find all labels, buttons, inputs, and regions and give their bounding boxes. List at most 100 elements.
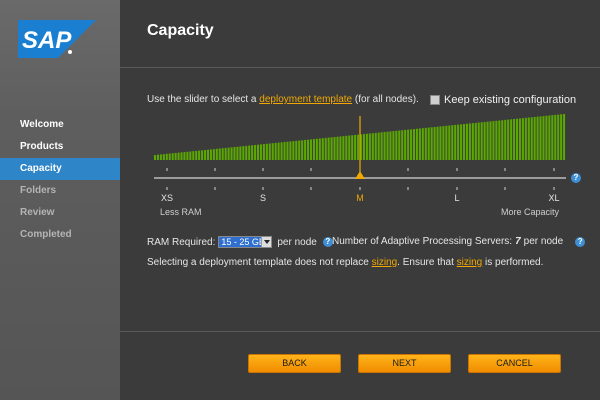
ramp-bar <box>283 142 286 160</box>
ramp-bar <box>345 135 348 160</box>
ramp-bar <box>295 140 298 160</box>
ramp-bar <box>268 143 271 160</box>
slider-tick <box>407 168 409 171</box>
ramp-bar <box>298 140 301 160</box>
size-label-s[interactable]: S <box>260 193 266 203</box>
back-button[interactable]: BACK <box>248 354 341 373</box>
step-capacity[interactable]: Capacity <box>0 158 126 180</box>
size-label-xl[interactable]: XL <box>548 193 559 203</box>
ramp-bar <box>404 129 407 160</box>
ramp-bar <box>224 147 227 160</box>
ramp-bar <box>495 120 498 160</box>
ramp-bar <box>165 153 168 160</box>
ramp-bar <box>380 132 383 160</box>
size-label-l[interactable]: L <box>454 193 459 203</box>
ramp-bar <box>348 135 351 160</box>
size-label-xs[interactable]: XS <box>161 193 173 203</box>
ramp-bar <box>383 131 386 160</box>
ramp-bar <box>421 128 424 160</box>
ramp-bar <box>386 131 389 160</box>
ramp-bar <box>486 121 489 160</box>
ramp-bar <box>354 134 357 160</box>
ramp-bar <box>304 139 307 160</box>
sizing-link-2[interactable]: sizing <box>457 257 483 268</box>
ramp-bar <box>307 139 310 160</box>
ramp-bar <box>530 117 533 160</box>
ramp-bar <box>551 115 554 160</box>
ramp-bar <box>209 149 212 160</box>
ramp-bar <box>433 126 436 160</box>
ramp-bar <box>257 144 260 160</box>
ramp-bar <box>395 130 398 160</box>
ramp-bar <box>292 141 295 160</box>
footer-divider <box>120 331 600 332</box>
ramp-bar <box>563 114 566 160</box>
keep-existing-checkbox[interactable] <box>430 95 440 105</box>
ramp-bar <box>536 116 539 160</box>
ramp-bar <box>368 133 371 160</box>
ramp-bar <box>333 137 336 160</box>
ramp-bar <box>474 122 477 160</box>
ramp-bar <box>510 119 513 160</box>
next-button[interactable]: NEXT <box>358 354 451 373</box>
ramp-bar <box>159 154 162 160</box>
slider-tick <box>553 168 555 171</box>
cancel-button[interactable]: CANCEL <box>468 354 561 373</box>
ramp-bar <box>501 120 504 160</box>
ramp-bar <box>539 116 542 160</box>
ramp-bar <box>312 139 315 160</box>
step-products[interactable]: Products <box>0 136 126 158</box>
ramp-bar <box>557 114 560 160</box>
ramp-bar <box>427 127 430 160</box>
ramp-bar <box>221 148 224 160</box>
ramp-bar <box>301 140 304 160</box>
capacity-slider[interactable] <box>120 105 600 195</box>
ramp-bar <box>218 148 221 160</box>
ramp-bar <box>351 135 354 160</box>
ramp-bar <box>183 152 186 160</box>
size-label-m[interactable]: M <box>356 193 364 203</box>
ramp-bar <box>330 137 333 160</box>
ramp-bar <box>245 145 248 160</box>
ramp-bar <box>227 147 230 160</box>
ramp-bar <box>239 146 242 160</box>
ramp-bar <box>321 138 324 160</box>
ramp-bar <box>412 129 416 160</box>
less-ram-label: Less RAM <box>160 207 202 217</box>
ramp-bar <box>436 126 439 160</box>
sizing-link-1[interactable]: sizing <box>372 257 398 268</box>
ramp-bar <box>251 145 254 160</box>
slider-handle[interactable] <box>355 171 365 179</box>
ramp-bar <box>280 142 283 160</box>
ramp-bar <box>448 125 451 160</box>
ramp-bar <box>177 152 180 160</box>
ram-select[interactable]: 15 - 25 GB <box>218 236 273 248</box>
ram-unit: per node <box>277 236 317 248</box>
ramp-bar <box>365 133 368 160</box>
ramp-bar <box>286 141 289 160</box>
chevron-down-icon[interactable] <box>261 237 272 247</box>
ramp-bar <box>545 115 548 160</box>
ramp-bar <box>415 128 418 160</box>
ramp-bar <box>460 124 463 160</box>
ramp-bar <box>233 147 236 160</box>
slider-help-icon[interactable]: ? <box>571 173 581 183</box>
ramp-bar <box>498 120 501 160</box>
ramp-bar <box>189 151 192 160</box>
ramp-bar <box>477 122 480 160</box>
ramp-bar <box>454 124 457 160</box>
ramp-bar <box>371 133 374 160</box>
slider-tick <box>310 187 312 190</box>
ramp-bar <box>259 144 262 160</box>
servers-count: 7 <box>515 236 521 247</box>
ramp-bar <box>318 138 321 160</box>
step-welcome[interactable]: Welcome <box>0 114 126 136</box>
servers-help-icon[interactable]: ? <box>575 236 586 247</box>
ramp-bar <box>201 150 204 160</box>
ramp-bar <box>442 126 445 160</box>
deployment-template-link[interactable]: deployment template <box>259 94 352 105</box>
servers-label: Number of Adaptive Processing Servers: <box>332 236 513 247</box>
ramp-bar <box>524 117 527 160</box>
slider-tick <box>456 168 458 171</box>
more-capacity-label: More Capacity <box>500 207 559 217</box>
